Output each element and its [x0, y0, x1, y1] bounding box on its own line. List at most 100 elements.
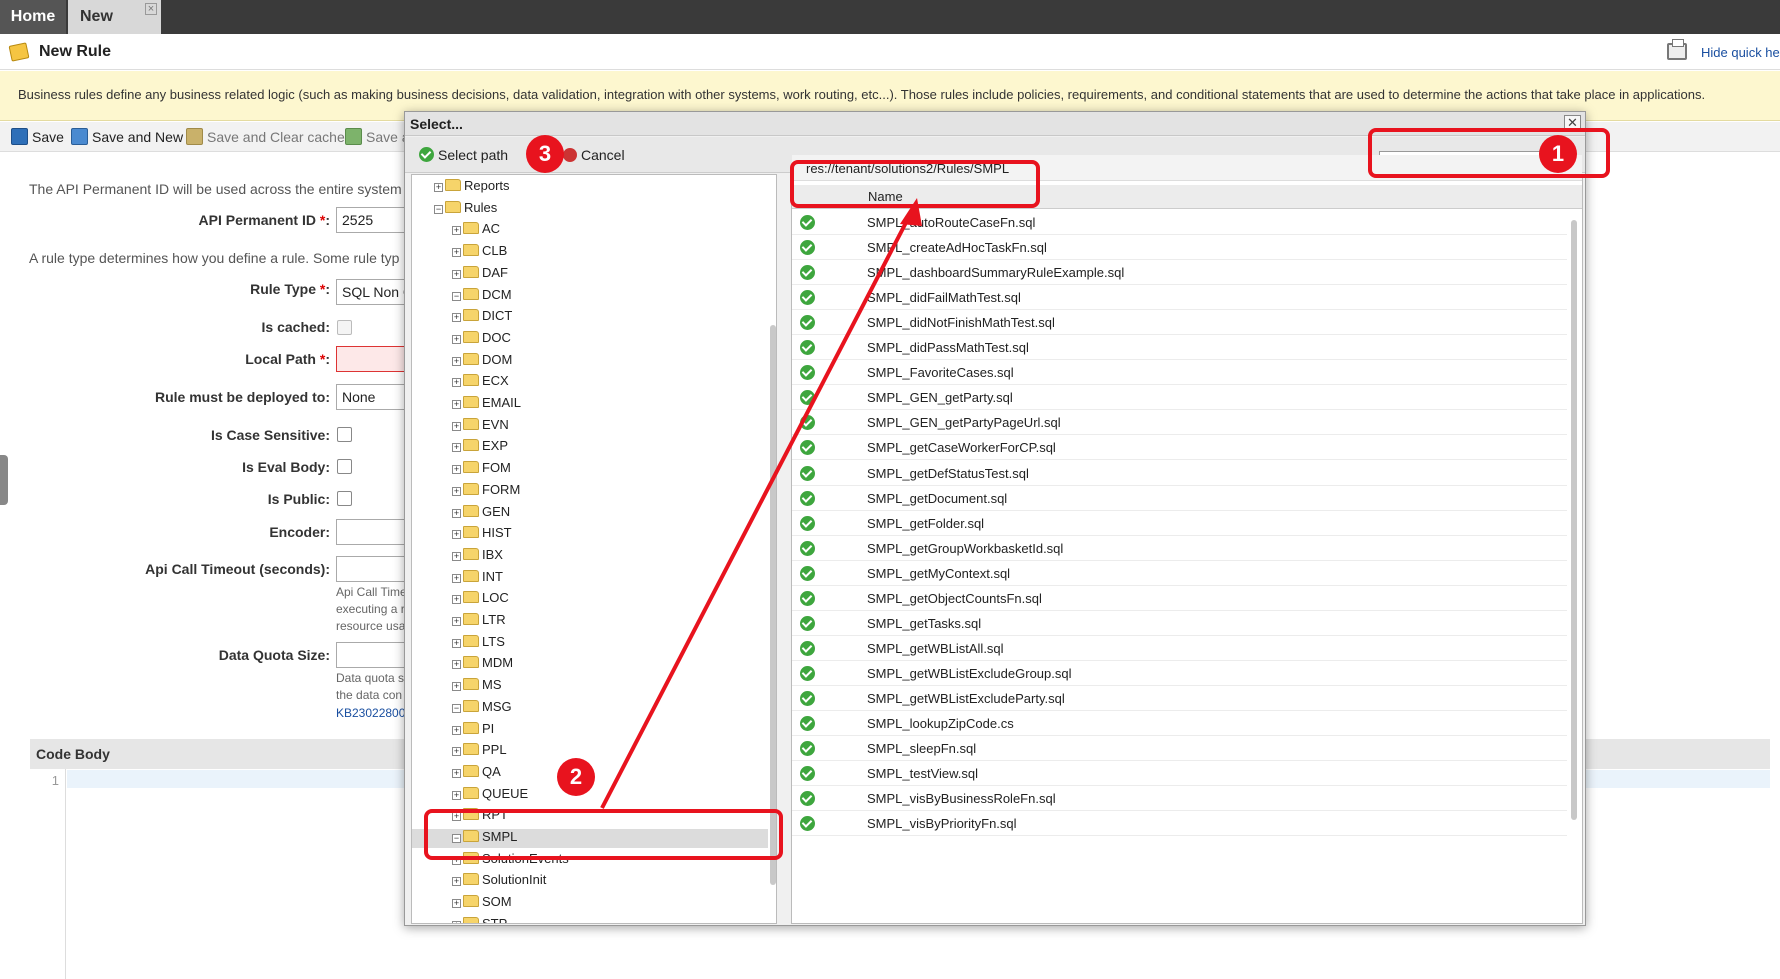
- hide-quick-help-link[interactable]: Hide quick he: [1701, 45, 1780, 60]
- tree-item[interactable]: + FOM: [412, 460, 768, 479]
- tree-scrollbar[interactable]: [770, 325, 776, 885]
- tree-item[interactable]: + EVN: [412, 417, 768, 436]
- tree-item[interactable]: + LTS: [412, 634, 768, 653]
- expand-toggle-icon[interactable]: +: [452, 378, 461, 388]
- cancel-button[interactable]: Cancel: [563, 147, 625, 163]
- expand-toggle-icon[interactable]: +: [452, 313, 461, 323]
- expand-toggle-icon[interactable]: +: [452, 334, 461, 344]
- expand-toggle-icon[interactable]: +: [452, 573, 461, 583]
- expand-toggle-icon[interactable]: +: [452, 725, 461, 735]
- expand-toggle-icon[interactable]: −: [452, 703, 461, 713]
- select-path-button[interactable]: Select path: [419, 147, 508, 163]
- expand-toggle-icon[interactable]: −: [434, 204, 443, 214]
- file-row[interactable]: SMPL_getGroupWorkbasketId.sql: [792, 536, 1567, 561]
- close-tab-icon[interactable]: ×: [145, 3, 157, 15]
- save-button[interactable]: Save: [11, 128, 64, 145]
- deploy-select[interactable]: None: [336, 384, 408, 410]
- expand-toggle-icon[interactable]: −: [452, 291, 461, 301]
- expand-toggle-icon[interactable]: +: [452, 899, 461, 909]
- tree-item[interactable]: + MDM: [412, 655, 768, 674]
- expand-toggle-icon[interactable]: +: [452, 617, 461, 626]
- file-row[interactable]: SMPL_getMyContext.sql: [792, 561, 1567, 586]
- tree-item[interactable]: + LOC: [412, 590, 768, 609]
- file-row[interactable]: SMPL_getTasks.sql: [792, 611, 1567, 636]
- expand-toggle-icon[interactable]: +: [452, 660, 461, 670]
- file-row[interactable]: SMPL_didNotFinishMathTest.sql: [792, 310, 1567, 336]
- expand-toggle-icon[interactable]: +: [434, 183, 443, 192]
- expand-toggle-icon[interactable]: +: [452, 400, 461, 409]
- timeout-field[interactable]: [336, 556, 408, 582]
- file-row[interactable]: SMPL_getWBListAll.sql: [792, 636, 1567, 661]
- file-row[interactable]: SMPL_getObjectCountsFn.sql: [792, 586, 1567, 611]
- tree-item[interactable]: + LTR: [412, 612, 768, 631]
- expand-toggle-icon[interactable]: +: [452, 638, 461, 648]
- file-row[interactable]: SMPL_getWBListExcludeGroup.sql: [792, 661, 1567, 686]
- file-row[interactable]: SMPL_lookupZipCode.cs: [792, 711, 1567, 736]
- case-sensitive-checkbox[interactable]: [337, 427, 352, 442]
- tree-item[interactable]: + AC: [412, 221, 768, 240]
- expand-toggle-icon[interactable]: +: [452, 508, 461, 518]
- expand-toggle-icon[interactable]: +: [452, 877, 461, 887]
- expand-toggle-icon[interactable]: +: [452, 682, 461, 692]
- file-row[interactable]: SMPL_getWBListExcludeParty.sql: [792, 686, 1567, 711]
- tree-item[interactable]: + SolutionInit: [412, 872, 768, 891]
- expand-toggle-icon[interactable]: +: [452, 486, 461, 496]
- save-and-clear-cache-button[interactable]: Save and Clear cache: [186, 128, 345, 145]
- kb-link[interactable]: KB23022800: [336, 705, 405, 722]
- local-path-field[interactable]: [336, 346, 408, 372]
- expand-toggle-icon[interactable]: +: [452, 551, 461, 561]
- tree-item[interactable]: + EXP: [412, 438, 768, 457]
- tree-item[interactable]: + STP: [412, 916, 768, 923]
- tree-item[interactable]: + HIST: [412, 525, 768, 544]
- rule-type-select[interactable]: SQL Non Q: [336, 279, 408, 305]
- tree-item[interactable]: + MS: [412, 677, 768, 696]
- file-row[interactable]: SMPL_GEN_getPartyPageUrl.sql: [792, 410, 1567, 436]
- printer-icon[interactable]: [1667, 39, 1687, 60]
- expand-toggle-icon[interactable]: +: [452, 465, 461, 475]
- tree-item[interactable]: + SOM: [412, 894, 768, 913]
- tree-item[interactable]: + PPL: [412, 742, 768, 761]
- file-row[interactable]: SMPL_getCaseWorkerForCP.sql: [792, 435, 1567, 461]
- tree-item[interactable]: + FORM: [412, 482, 768, 501]
- expand-toggle-icon[interactable]: +: [452, 248, 461, 258]
- expand-toggle-icon[interactable]: +: [452, 790, 461, 800]
- tree-item[interactable]: + INT: [412, 569, 768, 588]
- is-cached-checkbox[interactable]: [337, 320, 352, 335]
- eval-body-checkbox[interactable]: [337, 459, 352, 474]
- tab-new-rule[interactable]: New Rule ×: [68, 0, 161, 59]
- file-row[interactable]: SMPL_visByBusinessRoleFn.sql: [792, 786, 1567, 812]
- file-row[interactable]: SMPL_getFolder.sql: [792, 511, 1567, 536]
- file-row[interactable]: SMPL_didPassMathTest.sql: [792, 335, 1567, 361]
- tree-item[interactable]: − Rules: [412, 200, 768, 219]
- file-row[interactable]: SMPL_testView.sql: [792, 761, 1567, 787]
- expand-toggle-icon[interactable]: +: [452, 226, 461, 236]
- file-row[interactable]: SMPL_visByPriorityFn.sql: [792, 811, 1567, 837]
- file-row[interactable]: SMPL_getDefStatusTest.sql: [792, 461, 1567, 486]
- expand-toggle-icon[interactable]: +: [452, 421, 461, 431]
- file-row[interactable]: SMPL_createAdHocTaskFn.sql: [792, 235, 1567, 261]
- expand-toggle-icon[interactable]: +: [452, 595, 461, 605]
- tree-item[interactable]: + EMAIL: [412, 395, 768, 414]
- expand-toggle-icon[interactable]: +: [452, 920, 461, 923]
- encoder-field[interactable]: [336, 519, 408, 545]
- api-permanent-id-field[interactable]: 2525: [336, 207, 408, 233]
- tree-item[interactable]: + GEN: [412, 504, 768, 523]
- file-row[interactable]: SMPL_dashboardSummaryRuleExample.sql: [792, 260, 1567, 286]
- files-scrollbar[interactable]: [1571, 220, 1577, 820]
- file-row[interactable]: SMPL_getDocument.sql: [792, 486, 1567, 511]
- expand-toggle-icon[interactable]: +: [452, 356, 461, 366]
- expand-toggle-icon[interactable]: +: [452, 768, 461, 778]
- tree-item[interactable]: + DICT: [412, 308, 768, 327]
- tree-item[interactable]: + CLB: [412, 243, 768, 262]
- save-as-button[interactable]: Save a: [345, 128, 410, 145]
- file-row[interactable]: SMPL_autoRouteCaseFn.sql: [792, 210, 1567, 235]
- is-public-checkbox[interactable]: [337, 491, 352, 506]
- quota-field[interactable]: [336, 642, 408, 668]
- tree-item[interactable]: + DOM: [412, 352, 768, 371]
- file-row[interactable]: SMPL_sleepFn.sql: [792, 736, 1567, 762]
- side-panel-handle[interactable]: [0, 455, 8, 505]
- tree-item[interactable]: + IBX: [412, 547, 768, 566]
- tree-item[interactable]: + ECX: [412, 373, 768, 392]
- file-row[interactable]: SMPL_FavoriteCases.sql: [792, 360, 1567, 386]
- tree-item[interactable]: − MSG: [412, 699, 768, 718]
